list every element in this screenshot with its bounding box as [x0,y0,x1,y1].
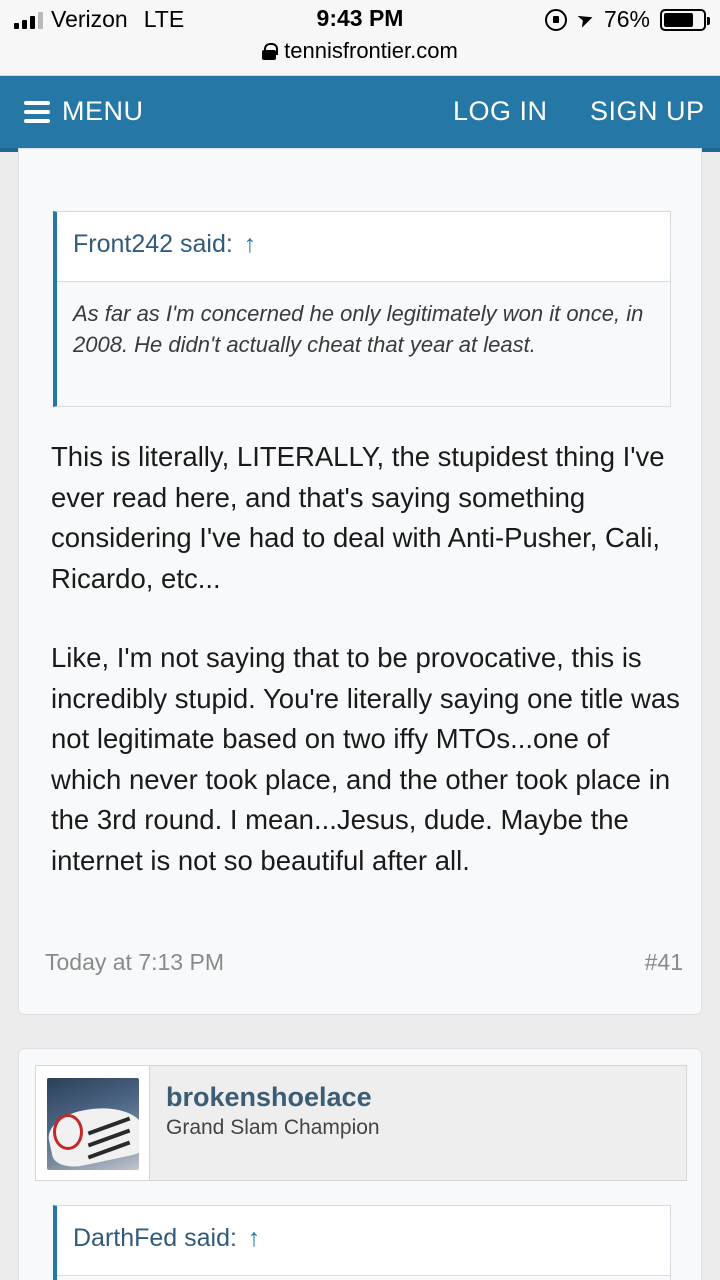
message-paragraph: This is literally, LITERALLY, the stupid… [51,441,665,594]
battery-icon [660,8,710,31]
url-text: tennisfrontier.com [284,38,458,63]
avatar[interactable] [47,1078,139,1170]
post-number[interactable]: #41 [645,949,683,976]
username-link[interactable]: brokenshoelace [166,1082,372,1113]
quote-author: Front242 said: [73,230,233,258]
thread-page: Front242 said: ↑ As far as I'm concerned… [0,148,720,1280]
post-42: brokenshoelace Grand Slam Champion Darth… [18,1048,702,1280]
battery-percent: 76% [603,6,650,32]
avatar-frame [36,1066,150,1180]
orientation-lock-icon [545,8,568,31]
status-right: ➤ 76% [545,6,710,34]
status-bar: Verizon LTE 9:43 PM ➤ 76% tennisfrontier… [0,0,720,76]
address-bar[interactable]: tennisfrontier.com [0,38,720,64]
site-navbar: MENU LOG IN SIGN UP [0,76,720,152]
quote-header: Front242 said: ↑ [57,212,670,282]
user-title: Grand Slam Champion [166,1116,380,1139]
quote-text: As far as I'm concerned he only legitima… [73,301,644,357]
jump-to-quote-icon[interactable]: ↑ [248,1224,261,1252]
user-info: brokenshoelace Grand Slam Champion [35,1065,687,1181]
quote-header: DarthFed said: ↑ [57,1206,670,1276]
post-41: Front242 said: ↑ As far as I'm concerned… [18,148,702,1015]
battery-fill [664,12,693,27]
padlock-icon [262,42,279,60]
menu-button[interactable]: MENU [24,96,144,127]
hamburger-icon [24,100,50,123]
menu-label: MENU [62,96,144,126]
quote-block: DarthFed said: ↑ [53,1205,671,1280]
jump-to-quote-icon[interactable]: ↑ [244,230,257,258]
login-link[interactable]: LOG IN [453,96,548,127]
location-icon: ➤ [574,6,598,34]
message-paragraph: Like, I'm not saying that to be provocat… [51,642,680,876]
post-date[interactable]: Today at 7:13 PM [45,949,224,976]
signup-link[interactable]: SIGN UP [590,96,705,127]
quote-author: DarthFed said: [73,1224,237,1252]
quote-block: Front242 said: ↑ As far as I'm concerned… [53,211,671,407]
shoe-image-part [53,1114,83,1150]
